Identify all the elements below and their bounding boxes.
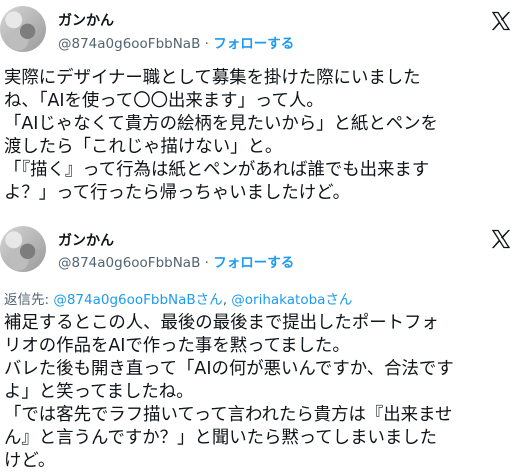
reply-separator: , — [222, 292, 232, 308]
x-logo-icon[interactable] — [490, 10, 512, 32]
avatar[interactable] — [0, 6, 46, 52]
reply-context: 返信先: @874a0g6ooFbbNaBさん, @orihakatobaさん — [4, 288, 352, 308]
avatar[interactable] — [0, 226, 46, 272]
tweet-1: ガンかん @874a0g6ooFbbNaB · フォローする 実際にデザイナー職… — [0, 0, 520, 220]
follow-button[interactable]: フォローする — [213, 255, 294, 271]
display-name[interactable]: ガンかん — [58, 230, 114, 250]
x-logo-icon[interactable] — [490, 228, 512, 250]
reply-prefix: 返信先: — [4, 292, 54, 308]
tweet-2: ガンかん @874a0g6ooFbbNaB · フォローする 返信先: @874… — [0, 222, 520, 476]
reply-mention-link[interactable]: @874a0g6ooFbbNaBさん — [53, 292, 222, 308]
follow-button[interactable]: フォローする — [213, 36, 294, 52]
reply-mention-link[interactable]: @orihakatobaさん — [231, 292, 352, 308]
display-name[interactable]: ガンかん — [58, 10, 114, 30]
separator-dot: · — [204, 255, 209, 271]
tweet-body: 補足するとこの人、最後の最後まで提出したポートフォ リオの作品をAIで作った事を… — [4, 313, 454, 471]
tweet-body: 実際にデザイナー職として募集を掛けた際にいました ね、「AIを使って〇〇出来ます… — [4, 68, 438, 203]
user-handle[interactable]: @874a0g6ooFbbNaB — [58, 36, 200, 52]
separator-dot: · — [204, 36, 209, 52]
handle-row: @874a0g6ooFbbNaB · フォローする — [58, 32, 294, 52]
handle-row: @874a0g6ooFbbNaB · フォローする — [58, 251, 294, 271]
user-handle[interactable]: @874a0g6ooFbbNaB — [58, 255, 200, 271]
